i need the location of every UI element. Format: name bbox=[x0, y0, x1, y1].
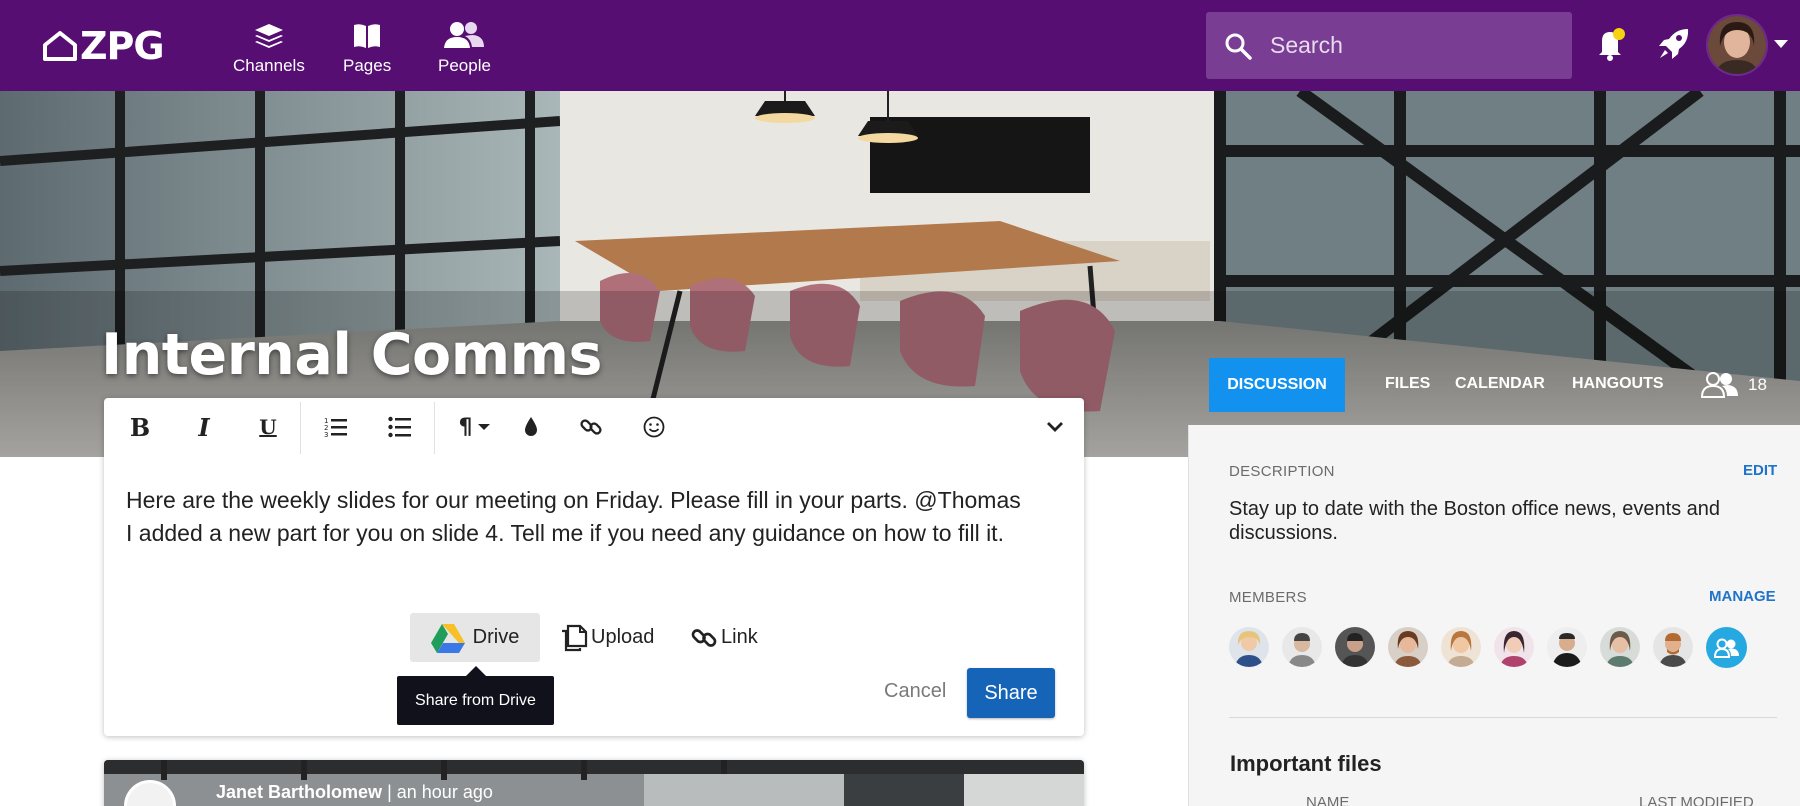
bullet-list-button[interactable] bbox=[382, 412, 418, 442]
member-avatar[interactable] bbox=[1441, 627, 1481, 667]
post-author-name[interactable]: Janet Bartholomew bbox=[216, 782, 382, 802]
notifications-button[interactable] bbox=[1594, 26, 1628, 67]
numbered-list-button[interactable]: 1 2 3 bbox=[318, 412, 354, 442]
paragraph-icon: ¶ bbox=[458, 414, 473, 440]
attach-link-button[interactable]: Link bbox=[690, 613, 758, 662]
channel-description: Stay up to date with the Boston office n… bbox=[1229, 498, 1721, 544]
insert-link-button[interactable] bbox=[576, 412, 606, 442]
people-icon bbox=[1700, 372, 1738, 398]
nav-channels[interactable]: Channels bbox=[233, 14, 305, 76]
post-card[interactable]: Janet Bartholomew | an hour ago bbox=[104, 760, 1084, 806]
members-list bbox=[1229, 627, 1747, 668]
upload-file-icon bbox=[562, 624, 588, 651]
edit-description-button[interactable]: EDIT bbox=[1743, 462, 1777, 479]
member-avatar[interactable] bbox=[1600, 627, 1640, 667]
link-icon bbox=[691, 628, 717, 647]
svg-text:3: 3 bbox=[324, 431, 328, 439]
members-count: 18 bbox=[1748, 375, 1767, 394]
manage-members-button[interactable]: MANAGE bbox=[1709, 588, 1776, 605]
layers-icon bbox=[253, 14, 285, 50]
people-icon bbox=[1713, 638, 1739, 658]
post-meta-separator: | bbox=[387, 782, 392, 802]
channel-sidebar: DESCRIPTION EDIT Stay up to date with th… bbox=[1188, 425, 1800, 806]
italic-button[interactable]: I bbox=[186, 412, 222, 442]
share-button[interactable]: Share bbox=[967, 668, 1055, 718]
people-icon bbox=[443, 14, 485, 50]
google-drive-icon bbox=[430, 623, 465, 653]
user-avatar[interactable] bbox=[1706, 14, 1768, 76]
member-avatar[interactable] bbox=[1282, 627, 1322, 667]
launcher-button[interactable] bbox=[1656, 26, 1692, 67]
search-icon bbox=[1225, 33, 1252, 60]
members-label: MEMBERS bbox=[1229, 589, 1307, 606]
nav-people[interactable]: People bbox=[438, 14, 491, 76]
bullet-list-icon bbox=[388, 416, 411, 438]
divider bbox=[1229, 717, 1777, 718]
bell-icon bbox=[1599, 28, 1625, 61]
nav-channels-label: Channels bbox=[233, 56, 305, 75]
important-files-heading: Important files bbox=[1230, 751, 1382, 776]
nav-pages-label: Pages bbox=[343, 56, 392, 75]
post-timestamp: an hour ago bbox=[396, 782, 493, 802]
rocket-icon bbox=[1659, 29, 1689, 59]
tab-calendar[interactable]: CALENDAR bbox=[1455, 375, 1545, 393]
description-label: DESCRIPTION bbox=[1229, 463, 1335, 480]
member-avatar[interactable] bbox=[1547, 627, 1587, 667]
notification-dot bbox=[1613, 28, 1625, 40]
user-menu-caret-icon[interactable] bbox=[1774, 40, 1788, 48]
collapse-toolbar-button[interactable] bbox=[1040, 412, 1070, 442]
member-avatar[interactable] bbox=[1229, 627, 1269, 667]
underline-button[interactable]: U bbox=[250, 412, 286, 442]
text-color-button[interactable] bbox=[516, 412, 546, 442]
nav-people-label: People bbox=[438, 56, 491, 75]
collapse-chevron-icon bbox=[1047, 422, 1063, 432]
drive-label: Drive bbox=[472, 626, 520, 648]
member-avatar[interactable] bbox=[1335, 627, 1375, 667]
upload-label: Upload bbox=[591, 626, 655, 648]
cancel-button[interactable]: Cancel bbox=[884, 680, 946, 703]
column-header-last-modified[interactable]: LAST MODIFIED bbox=[1639, 794, 1754, 806]
book-icon bbox=[352, 14, 382, 50]
tab-hangouts[interactable]: HANGOUTS bbox=[1572, 375, 1664, 393]
underline-icon: U bbox=[259, 415, 277, 439]
emoji-icon bbox=[643, 416, 665, 438]
member-avatar[interactable] bbox=[1653, 627, 1693, 667]
link-label: Link bbox=[721, 626, 758, 648]
top-bar: ZPG Channels Pages People Search bbox=[0, 0, 1800, 91]
search-input[interactable] bbox=[1270, 32, 1550, 59]
home-icon bbox=[43, 31, 77, 61]
logo[interactable]: ZPG bbox=[42, 24, 165, 68]
numbered-list-icon: 1 2 3 bbox=[324, 417, 347, 439]
column-header-name[interactable]: NAME bbox=[1306, 794, 1349, 806]
toolbar-separator bbox=[434, 402, 435, 454]
bold-icon: B bbox=[129, 412, 151, 442]
paragraph-style-dropdown[interactable]: ¶ bbox=[452, 412, 496, 442]
toolbar-separator bbox=[300, 402, 301, 454]
italic-icon: I bbox=[198, 412, 210, 442]
logo-text: ZPG bbox=[80, 24, 165, 68]
share-from-drive-button[interactable]: Drive bbox=[410, 613, 540, 662]
search-box[interactable] bbox=[1206, 12, 1572, 79]
drive-tooltip: Share from Drive bbox=[397, 666, 554, 725]
bold-button[interactable]: B bbox=[122, 412, 158, 442]
upload-button[interactable]: Upload bbox=[560, 613, 654, 662]
chevron-down-icon bbox=[477, 424, 490, 430]
color-drop-icon bbox=[525, 417, 537, 436]
members-count-button[interactable]: 18 bbox=[1700, 372, 1767, 398]
channel-title: Internal Comms bbox=[101, 322, 602, 388]
nav-pages[interactable]: Pages bbox=[343, 14, 391, 76]
post-composer: B I U 1 2 3 ¶ Here are the weekly slides… bbox=[104, 398, 1084, 736]
link-icon bbox=[580, 419, 602, 435]
member-avatar[interactable] bbox=[1494, 627, 1534, 667]
all-members-button[interactable] bbox=[1706, 627, 1747, 668]
emoji-button[interactable] bbox=[639, 412, 669, 442]
member-avatar[interactable] bbox=[1388, 627, 1428, 667]
tab-discussion[interactable]: DISCUSSION bbox=[1209, 358, 1345, 412]
tab-files[interactable]: FILES bbox=[1385, 375, 1430, 393]
post-meta: Janet Bartholomew | an hour ago bbox=[216, 782, 493, 803]
composer-text[interactable]: Here are the weekly slides for our meeti… bbox=[126, 484, 1026, 550]
